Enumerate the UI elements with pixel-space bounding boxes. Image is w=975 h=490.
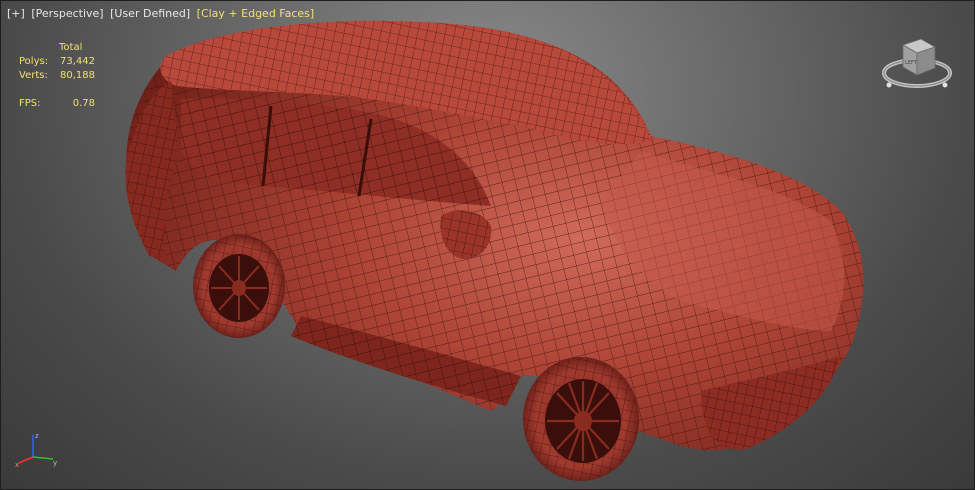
rear-wheel (193, 234, 285, 338)
viewcube-home-icon[interactable] (886, 82, 892, 88)
viewport-shading-preset-menu[interactable]: [User Defined] (110, 7, 190, 20)
axis-z-label: z (35, 432, 39, 440)
fps-value: 0.78 (72, 98, 95, 109)
viewcube-face-label: LEFT (905, 60, 918, 66)
stats-total-header: Total (59, 42, 83, 53)
axis-y-label: y (53, 459, 57, 467)
polys-label: Polys: (19, 56, 49, 67)
car-model[interactable] (1, 1, 975, 490)
perspective-viewport[interactable]: [+] [Perspective] [User Defined] [Clay +… (0, 0, 975, 490)
verts-label: Verts: (19, 70, 48, 81)
viewport-general-menu[interactable]: [+] (7, 7, 25, 20)
fps-label: FPS: (19, 98, 41, 109)
axis-x-label: x (15, 461, 19, 469)
viewport-visual-style-menu[interactable]: [Clay + Edged Faces] (197, 7, 315, 20)
viewport-label-menu: [+] [Perspective] [User Defined] [Clay +… (7, 7, 314, 20)
viewcube[interactable]: LEFT (881, 35, 961, 95)
polys-value: 73,442 (60, 56, 95, 67)
front-wheel (523, 357, 639, 481)
viewport-point-of-view-menu[interactable]: [Perspective] (31, 7, 103, 20)
axis-tripod-icon: z x y (15, 432, 57, 469)
statistics-overlay: Total Polys: 73,442 Verts: 80,188 FPS: 0… (19, 41, 95, 111)
viewcube-compass-icon[interactable] (942, 82, 948, 88)
verts-value: 80,188 (60, 70, 95, 81)
